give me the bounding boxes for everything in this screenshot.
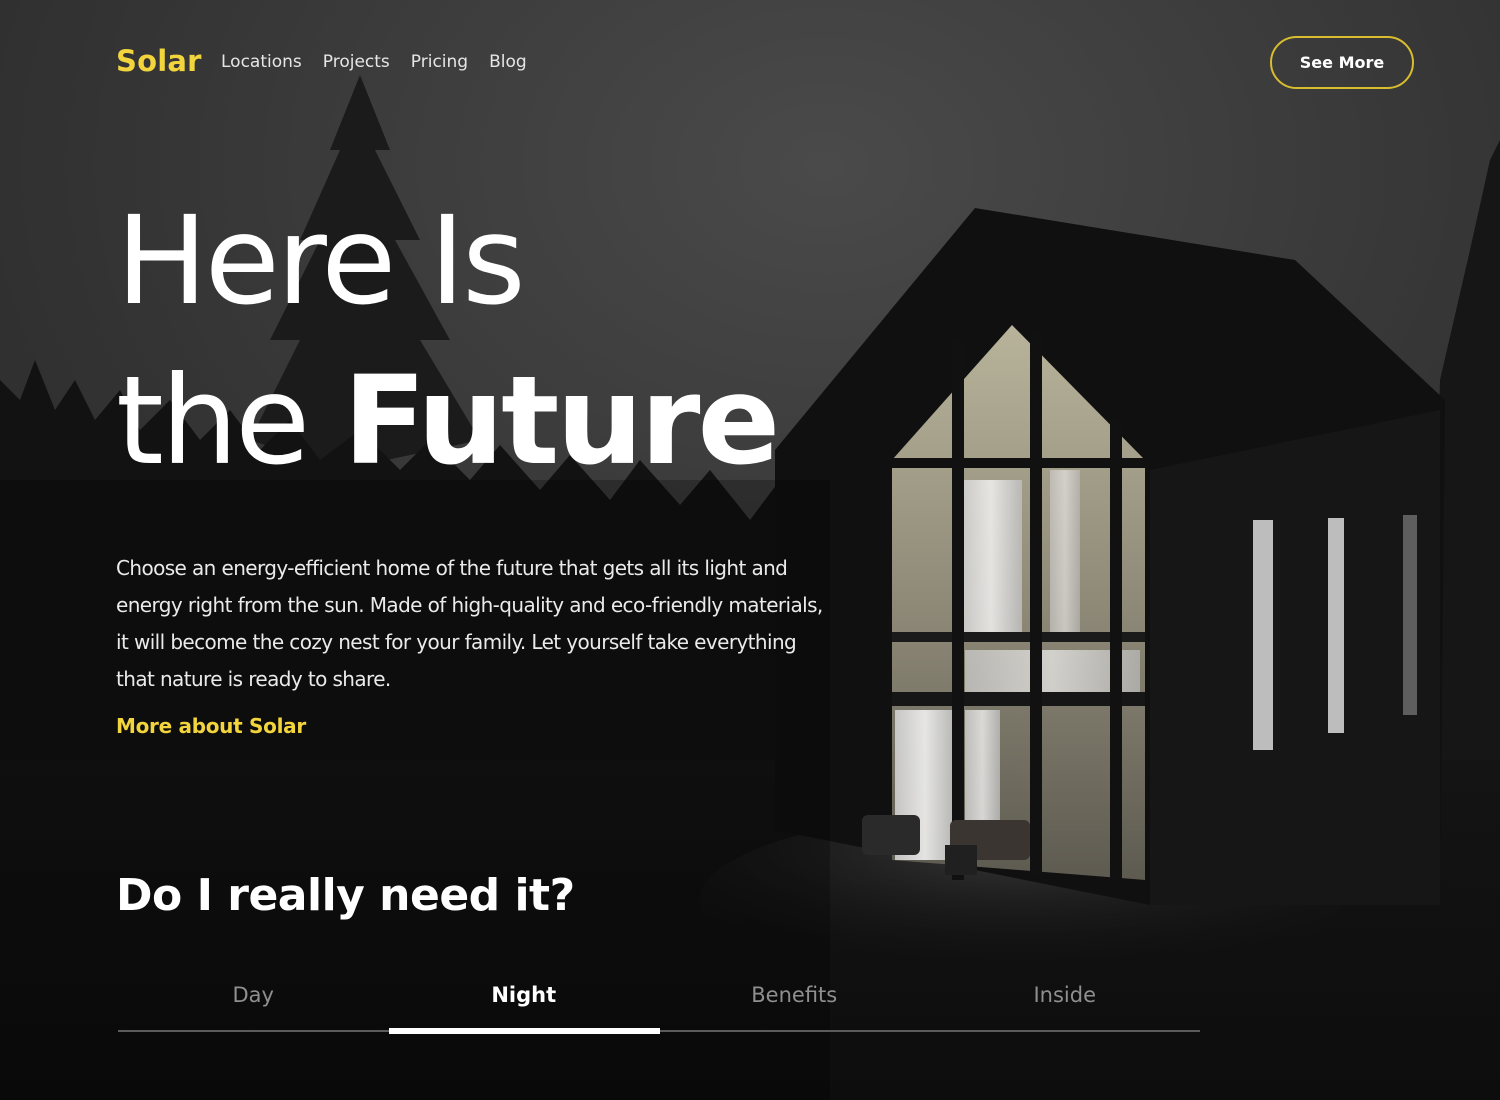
tab-day[interactable]: Day (118, 975, 389, 1033)
main-nav: Locations Projects Pricing Blog (221, 52, 527, 72)
more-about-link[interactable]: More about Solar (116, 714, 306, 738)
hero-title-light: the (116, 350, 343, 492)
hero-title-line-1: Here Is (116, 190, 526, 332)
tab-night[interactable]: Night (389, 975, 660, 1033)
hero-title-bold: Future (343, 350, 780, 492)
nav-item-pricing[interactable]: Pricing (411, 52, 468, 72)
hero-title-line-2: the Future (116, 348, 780, 494)
nav-item-projects[interactable]: Projects (323, 52, 390, 72)
active-tab-indicator (389, 1028, 660, 1034)
see-more-button[interactable]: See More (1270, 36, 1414, 89)
nav-item-locations[interactable]: Locations (221, 52, 302, 72)
tab-benefits[interactable]: Benefits (659, 975, 930, 1033)
nav-item-blog[interactable]: Blog (489, 52, 527, 72)
tab-inside[interactable]: Inside (930, 975, 1201, 1033)
logo[interactable]: Solar (116, 44, 202, 78)
mode-tabs: Day Night Benefits Inside (118, 975, 1200, 1033)
section-question: Do I really need it? (116, 870, 575, 921)
hero-description: Choose an energy-efficient home of the f… (116, 556, 823, 691)
